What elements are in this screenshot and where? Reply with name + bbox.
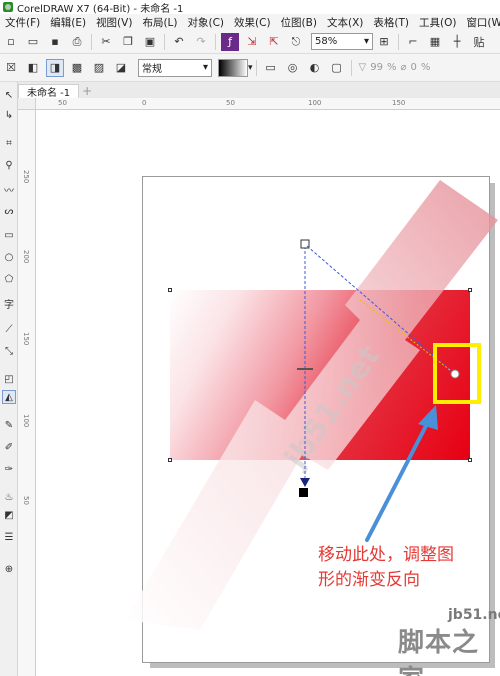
annotation-arrow-line bbox=[365, 420, 430, 542]
annotation-line-2: 形的渐变反向 bbox=[318, 570, 420, 590]
annotation-text: 移动此处，调整图 形的渐变反向 bbox=[318, 543, 498, 593]
highlight-box bbox=[433, 343, 481, 404]
annotation-line-1: 移动此处，调整图 bbox=[318, 545, 454, 565]
gradient-vector-arrowhead bbox=[300, 478, 310, 487]
annotation-arrowhead bbox=[418, 405, 438, 430]
watermark-site: jb51.net bbox=[448, 607, 500, 623]
watermark-name: 脚本之家 bbox=[398, 628, 480, 676]
gradient-end-handle bbox=[299, 488, 308, 497]
